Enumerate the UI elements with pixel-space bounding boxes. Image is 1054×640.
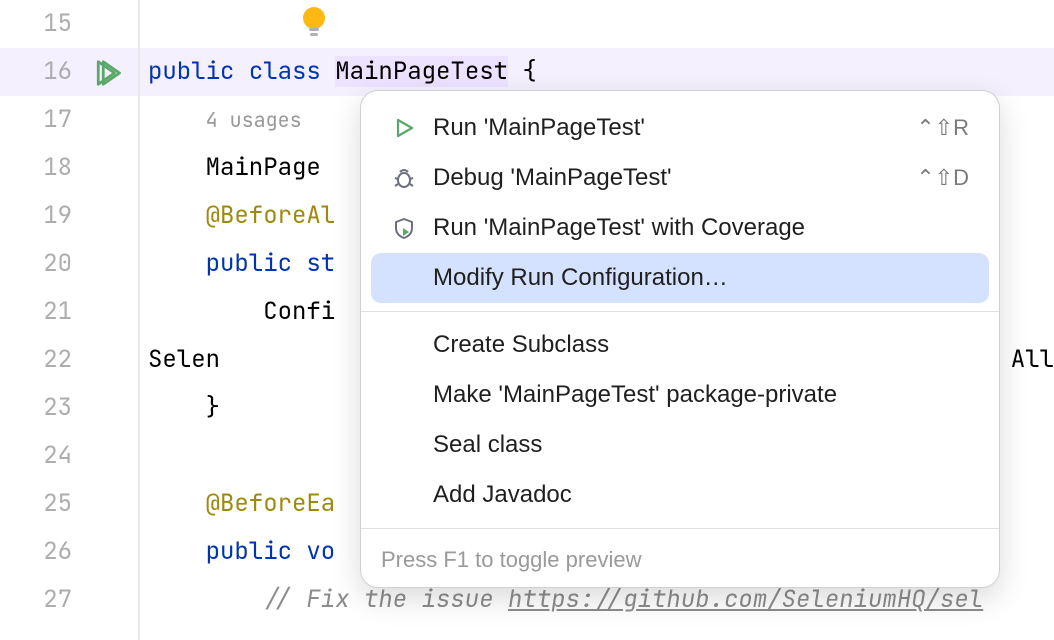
menu-item-run[interactable]: Run 'MainPageTest' ⌃⇧R xyxy=(371,103,989,153)
annotation: @BeforeAl xyxy=(206,200,336,231)
menu-item-add-javadoc[interactable]: Add Javadoc xyxy=(371,470,989,520)
menu-shortcut: ⌃⇧D xyxy=(916,165,969,191)
debug-icon xyxy=(391,165,417,191)
spacer-icon xyxy=(391,432,417,458)
run-icon xyxy=(391,115,417,141)
menu-item-create-subclass[interactable]: Create Subclass xyxy=(371,320,989,370)
keyword: public xyxy=(148,56,234,87)
line-number-text: 16 xyxy=(43,56,72,87)
menu-item-debug[interactable]: Debug 'MainPageTest' ⌃⇧D xyxy=(371,153,989,203)
line-number[interactable]: 17 xyxy=(0,96,138,144)
spacer-icon xyxy=(391,482,417,508)
line-number[interactable]: 27 xyxy=(0,576,138,624)
spacer-icon xyxy=(391,332,417,358)
code-text: Selen xyxy=(148,336,220,384)
line-number[interactable]: 15 xyxy=(0,0,138,48)
code-text: Confi xyxy=(263,296,335,327)
menu-separator xyxy=(361,528,999,529)
menu-separator xyxy=(361,311,999,312)
comment-link[interactable]: https://github.com/SeleniumHQ/sel xyxy=(508,584,983,615)
menu-item-coverage[interactable]: Run 'MainPageTest' with Coverage xyxy=(371,203,989,253)
context-menu: Run 'MainPageTest' ⌃⇧R Debug 'MainPageTe… xyxy=(360,90,1000,588)
menu-label: Create Subclass xyxy=(433,331,969,359)
menu-label: Run 'MainPageTest' xyxy=(433,114,916,142)
annotation: @BeforeEa xyxy=(206,488,336,519)
menu-footer-hint: Press F1 to toggle preview xyxy=(361,537,999,575)
gutter: 15 16 17 18 19 20 21 22 23 24 25 26 27 xyxy=(0,0,140,640)
line-number[interactable]: 19 xyxy=(0,192,138,240)
menu-shortcut: ⌃⇧R xyxy=(916,115,969,141)
menu-label: Add Javadoc xyxy=(433,481,969,509)
code-line[interactable] xyxy=(140,0,1054,48)
intention-bulb-icon[interactable] xyxy=(302,6,326,40)
keyword: public vo xyxy=(206,536,336,567)
code-text: All xyxy=(1011,336,1054,384)
brace: } xyxy=(206,392,220,423)
line-number[interactable]: 25 xyxy=(0,480,138,528)
line-number[interactable]: 16 xyxy=(0,48,138,96)
run-test-gutter-icon[interactable] xyxy=(92,57,122,87)
menu-label: Modify Run Configuration… xyxy=(433,264,969,292)
class-name: MainPageTest xyxy=(335,56,508,87)
keyword: class xyxy=(249,56,321,87)
menu-item-package-private[interactable]: Make 'MainPageTest' package-private xyxy=(371,370,989,420)
comment: // Fix the issue xyxy=(263,584,508,615)
line-number[interactable]: 21 xyxy=(0,288,138,336)
line-number[interactable]: 18 xyxy=(0,144,138,192)
line-number[interactable]: 23 xyxy=(0,384,138,432)
menu-label: Debug 'MainPageTest' xyxy=(433,164,916,192)
line-number[interactable]: 24 xyxy=(0,432,138,480)
menu-item-seal-class[interactable]: Seal class xyxy=(371,420,989,470)
coverage-icon xyxy=(391,215,417,241)
menu-label: Run 'MainPageTest' with Coverage xyxy=(433,214,969,242)
menu-item-modify-run-config[interactable]: Modify Run Configuration… xyxy=(371,253,989,303)
keyword: public st xyxy=(206,248,336,279)
line-number[interactable]: 22 xyxy=(0,336,138,384)
brace: { xyxy=(508,56,537,87)
code-text: MainPage xyxy=(206,152,336,183)
code-line[interactable]: public class MainPageTest { xyxy=(140,48,1054,96)
menu-label: Seal class xyxy=(433,431,969,459)
menu-label: Make 'MainPageTest' package-private xyxy=(433,381,969,409)
line-number[interactable]: 26 xyxy=(0,528,138,576)
spacer-icon xyxy=(391,265,417,291)
line-number[interactable]: 20 xyxy=(0,240,138,288)
spacer-icon xyxy=(391,382,417,408)
